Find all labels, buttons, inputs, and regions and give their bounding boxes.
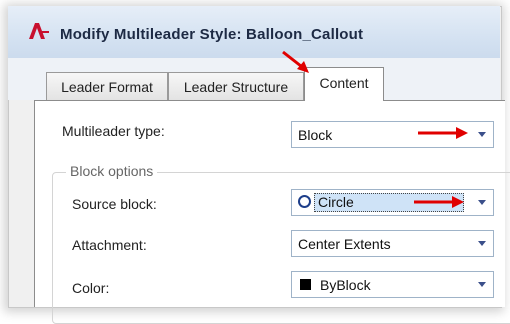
multileader-type-dropdown[interactable]: Block	[291, 121, 494, 148]
autocad-logo-icon	[29, 23, 49, 39]
chevron-down-icon[interactable]	[471, 231, 493, 256]
attachment-label: Attachment:	[72, 237, 147, 253]
color-swatch	[300, 279, 311, 290]
attachment-value: Center Extents	[298, 236, 391, 252]
color-label: Color:	[72, 280, 110, 296]
chevron-down-icon[interactable]	[471, 190, 493, 215]
source-block-value: Circle	[318, 194, 354, 210]
chevron-down-icon[interactable]	[471, 272, 493, 297]
tab-leader-structure[interactable]: Leader Structure	[168, 72, 304, 100]
color-value: ByBlock	[320, 277, 371, 293]
attachment-dropdown[interactable]: Center Extents	[291, 230, 494, 257]
color-dropdown[interactable]: ByBlock	[291, 271, 494, 298]
multileader-type-value: Block	[298, 127, 333, 143]
circle-icon	[298, 195, 311, 208]
source-block-label: Source block:	[72, 196, 157, 212]
chevron-down-icon[interactable]	[471, 122, 493, 147]
multileader-type-label: Multileader type:	[62, 123, 165, 139]
source-block-dropdown[interactable]: Circle	[291, 189, 494, 216]
tab-leader-format[interactable]: Leader Format	[46, 72, 168, 100]
tab-content[interactable]: Content	[304, 67, 384, 101]
dialog-title: Modify Multileader Style: Balloon_Callou…	[60, 26, 364, 43]
block-options-title: Block options	[66, 163, 158, 179]
title-bar[interactable]: Modify Multileader Style: Balloon_Callou…	[8, 6, 500, 64]
